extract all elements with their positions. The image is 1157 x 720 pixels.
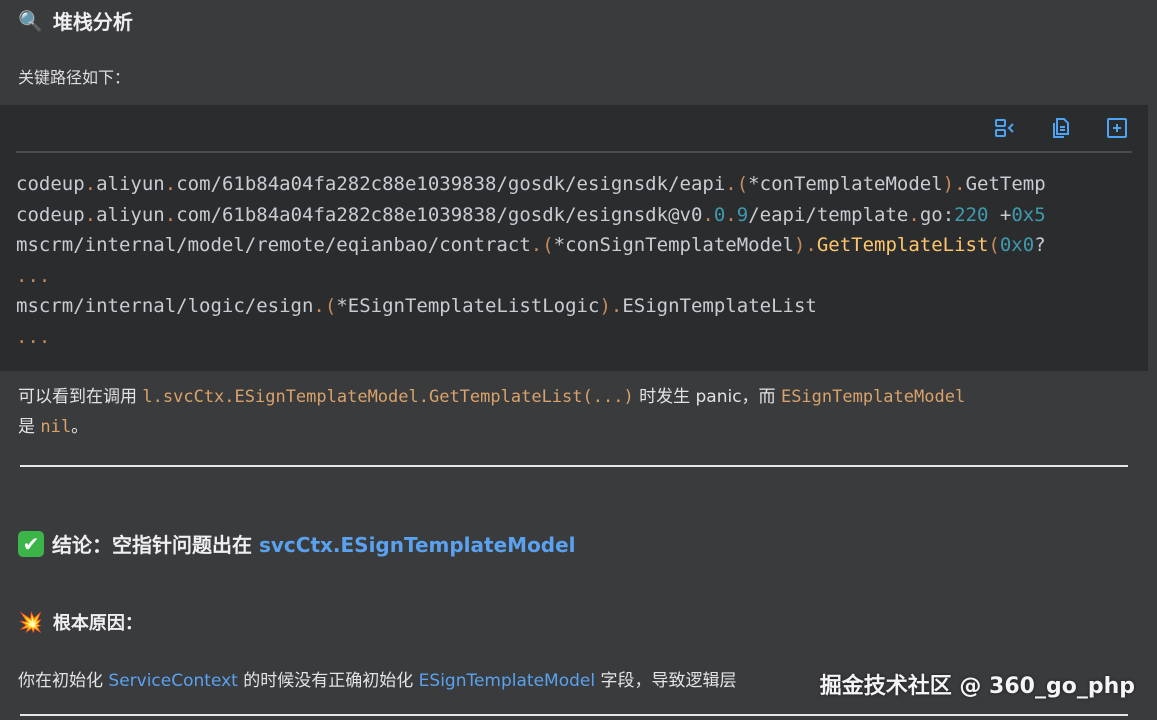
code-token: mscrm/internal/logic/esign: [16, 295, 314, 317]
code-line: codeup.aliyun.com/61b84a04fa282c88e10398…: [16, 200, 1148, 231]
code-token: conSignTemplateModel: [565, 234, 794, 256]
collision-icon: 💥: [18, 610, 43, 634]
code-token: .: [954, 173, 966, 195]
code-line: mscrm/internal/model/remote/eqianbao/con…: [16, 230, 1148, 261]
code-token: aliyun: [96, 203, 165, 226]
heading-text: 根本原因：: [52, 613, 143, 634]
code-token: (: [324, 295, 337, 317]
heading-text: 堆栈分析: [52, 10, 133, 34]
code-token: (: [542, 234, 554, 256]
inline-code: ESignTemplateModel: [780, 387, 966, 407]
code-token: 220: [954, 203, 989, 226]
watermark: 掘金技术社区 @ 360_go_php: [819, 674, 1135, 699]
highlight-text: svcCtx.ESignTemplateModel: [258, 533, 576, 557]
text-fragment: 字段，导致逻辑层: [595, 671, 737, 691]
code-token: .: [84, 173, 97, 195]
highlight-text: ESignTemplateModel: [418, 671, 596, 691]
wrap-lines-icon[interactable]: [992, 115, 1018, 141]
code-token: .: [702, 203, 714, 226]
code-token: codeup: [16, 173, 85, 195]
text-fragment: 你在初始化: [18, 671, 109, 691]
code-token: (: [988, 234, 1000, 256]
check-mark-icon: ✔: [18, 530, 44, 557]
intro-paragraph: 关键路径如下：: [18, 68, 131, 87]
code-token: com/61b84a04fa282c88e1039838/gosdk/esign…: [176, 203, 703, 226]
divider: [20, 714, 1128, 716]
code-token: ...: [16, 264, 51, 287]
section-heading-root-cause: 💥 根本原因：: [18, 609, 143, 635]
code-token: *: [553, 234, 566, 256]
code-toolbar: [992, 115, 1130, 141]
code-token: .: [725, 173, 737, 195]
highlight-text: ServiceContext: [108, 671, 238, 691]
code-token: .: [610, 295, 623, 317]
analysis-paragraph: 可以看到在调用 l.svcCtx.ESignTemplateModel.GetT…: [18, 382, 1138, 442]
code-token: /eapi/template: [748, 203, 909, 226]
code-token: .: [84, 203, 97, 226]
code-token: .: [164, 173, 177, 195]
code-token: .: [908, 203, 920, 226]
code-token: conTemplateModel: [759, 173, 943, 195]
code-token: 0x5: [1011, 203, 1046, 226]
code-token: ?: [1034, 234, 1046, 256]
copy-icon[interactable]: [1048, 115, 1074, 141]
code-token: .: [530, 234, 543, 256]
code-token: GetTemp: [965, 173, 1046, 195]
code-token: ): [599, 295, 611, 317]
code-lines: codeup.aliyun.com/61b84a04fa282c88e10398…: [16, 169, 1148, 352]
text-fragment: 。: [71, 417, 89, 437]
inline-code: nil: [40, 417, 72, 437]
code-token: aliyun: [96, 173, 165, 195]
code-token: com/61b84a04fa282c88e1039838/gosdk/esign…: [176, 173, 726, 195]
code-token: 9: [736, 203, 749, 226]
code-token: ...: [16, 325, 51, 348]
text-fragment: 的时候没有正确初始化: [237, 671, 419, 691]
heading-text: 结论：空指针问题出在 svcCtx.ESignTemplateModel: [52, 533, 576, 557]
code-token: 0: [713, 203, 726, 226]
code-line: ...: [16, 322, 1148, 353]
code-token: +: [988, 203, 1012, 226]
code-token: (: [736, 173, 749, 195]
section-heading-stack-analysis: 🔍 堆栈分析: [18, 6, 133, 35]
code-token: .: [313, 295, 325, 317]
expand-icon[interactable]: [1104, 115, 1130, 141]
code-token: ESignTemplateListLogic: [347, 295, 600, 317]
code-token: go:: [919, 203, 955, 226]
code-token: codeup: [16, 203, 85, 226]
code-line: ...: [16, 261, 1148, 292]
inline-code: l.svcCtx.ESignTemplateModel.GetTemplateL…: [142, 387, 634, 407]
code-token: .: [725, 203, 737, 226]
code-token: .: [805, 234, 817, 256]
code-token: 0x0: [999, 234, 1035, 256]
code-line: codeup.aliyun.com/61b84a04fa282c88e10398…: [16, 169, 1148, 200]
divider: [20, 465, 1128, 467]
code-token: ): [942, 173, 955, 195]
text-fragment: 是: [18, 417, 41, 437]
code-line: mscrm/internal/logic/esign.(*ESignTempla…: [16, 291, 1148, 322]
code-token: mscrm/internal/model/remote/eqianbao/con…: [16, 234, 531, 256]
code-token: GetTemplateList: [816, 234, 989, 256]
code-token: .: [164, 203, 177, 226]
magnifier-icon: 🔍: [18, 8, 43, 33]
code-token: *: [748, 173, 760, 195]
text-fragment: 可以看到在调用: [18, 387, 143, 407]
code-divider: [16, 151, 1132, 153]
code-token: *: [336, 295, 348, 317]
code-block: codeup.aliyun.com/61b84a04fa282c88e10398…: [0, 105, 1148, 371]
code-token: ESignTemplateList: [622, 295, 817, 317]
code-token: ): [793, 234, 806, 256]
section-heading-conclusion: ✔ 结论：空指针问题出在 svcCtx.ESignTemplateModel: [18, 529, 576, 558]
text-fragment: 时发生 panic，而: [633, 387, 781, 407]
